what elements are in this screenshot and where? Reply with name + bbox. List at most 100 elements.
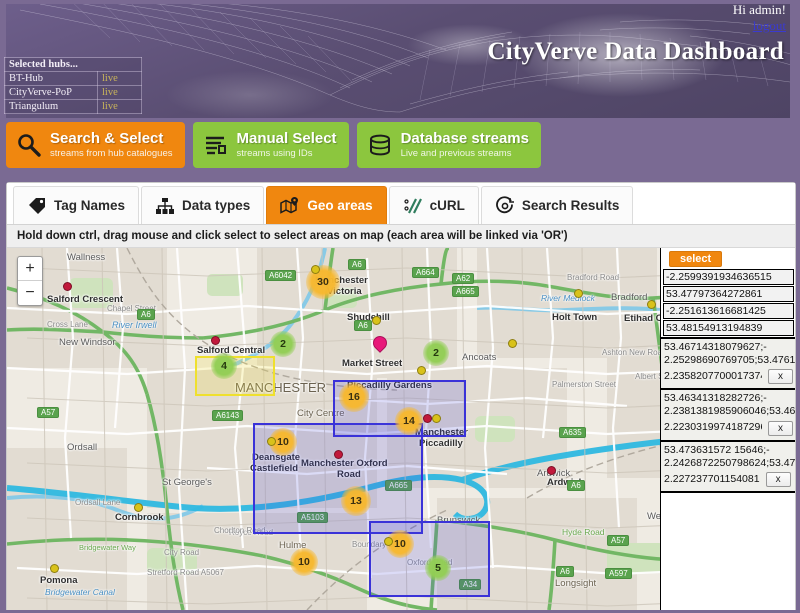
action-button-row: Search & Select streams from hub catalog… [6, 122, 541, 168]
manual-select-sub: streams using IDs [237, 149, 337, 160]
map-point-dot[interactable] [50, 564, 59, 573]
area-coord-line: 53.46341318282726;- [664, 392, 795, 405]
hub-name: CityVerve-PoP [5, 86, 98, 100]
search-and-select-button[interactable]: Search & Select streams from hub catalog… [6, 122, 185, 168]
selected-area-row: 53.473631572 15646;-2.2426872250798624;5… [661, 440, 795, 493]
area-coord-footer: 2.227237701154081 x [664, 472, 793, 487]
database-streams-text: Database streams Live and previous strea… [401, 130, 529, 160]
map-point-dot[interactable] [267, 437, 276, 446]
area-coord-line: 2.2426872250798624;53.47919955 [664, 457, 795, 470]
search-icon [16, 132, 42, 158]
hub-status: live [98, 100, 142, 114]
hub-name: Triangulum [5, 100, 98, 114]
cluster-marker[interactable]: 2 [270, 331, 296, 357]
tab-data-types[interactable]: Data types [141, 186, 264, 224]
database-streams-title: Database streams [401, 130, 529, 147]
search-and-select-text: Search & Select streams from hub catalog… [50, 130, 173, 160]
hub-status: live [98, 86, 142, 100]
area-coord-line: 53.46714318079627;- [664, 341, 795, 354]
cluster-marker[interactable]: 5 [425, 555, 451, 581]
banner-edge-right [790, 0, 800, 118]
remove-area-button[interactable]: x [768, 421, 793, 436]
page-title: CityVerve Data Dashboard [487, 38, 784, 66]
database-icon [367, 132, 393, 158]
cluster-marker[interactable]: 16 [339, 382, 369, 412]
coordinate-input[interactable]: -2.251613616681425 [663, 303, 794, 319]
main-panel: Tag Names Data types [6, 182, 796, 610]
tab-tag-names[interactable]: Tag Names [13, 186, 139, 224]
map-point-dot[interactable] [432, 414, 441, 423]
hub-row: CityVerve-PoPlive [5, 86, 142, 100]
cluster-marker[interactable]: 13 [341, 486, 371, 516]
map-pin-icon [280, 196, 300, 216]
hub-row: BT-Hublive [5, 72, 142, 86]
selected-hubs-table: Selected hubs... BT-HubliveCityVerve-PoP… [4, 57, 142, 114]
coordinate-input-group[interactable]: -2.259939193463651553.47797364272861-2.2… [661, 269, 795, 336]
cluster-marker[interactable]: 4 [211, 353, 237, 379]
list-icon [203, 132, 229, 158]
hub-status: live [98, 72, 142, 86]
cluster-marker[interactable]: 10 [290, 548, 318, 576]
header-banner: Hi admin! logout CityVerve Data Dashboar… [0, 0, 800, 118]
hubs-title: Selected hubs... [5, 58, 142, 72]
map-point-dot[interactable] [384, 537, 393, 546]
map-point-dot[interactable] [334, 450, 343, 459]
remove-area-button[interactable]: x [768, 369, 793, 384]
tab-tag-names-label: Tag Names [54, 198, 125, 213]
search-and-select-sub: streams from hub catalogues [50, 149, 173, 160]
manual-select-text: Manual Select streams using IDs [237, 130, 337, 160]
tab-geo-areas[interactable]: Geo areas [266, 186, 386, 224]
user-greeting-block: Hi admin! logout [733, 2, 786, 35]
map-point-dot[interactable] [417, 366, 426, 375]
area-coord-footer: 2.2230319974187296 x [664, 421, 793, 436]
map-container[interactable]: WallnessSalford CrescentNew WindsorRiver… [7, 248, 795, 610]
tab-search-results-label: Search Results [522, 198, 620, 213]
map-point-dot[interactable] [134, 503, 143, 512]
target-icon [495, 196, 515, 216]
cluster-marker[interactable]: 2 [423, 340, 449, 366]
area-coord-line: 2.227237701154081 [664, 473, 760, 486]
remove-area-button[interactable]: x [766, 472, 791, 487]
zoom-in-button[interactable]: + [18, 257, 42, 281]
database-streams-button[interactable]: Database streams Live and previous strea… [357, 122, 541, 168]
manual-select-button[interactable]: Manual Select streams using IDs [193, 122, 349, 168]
tab-data-types-label: Data types [182, 198, 250, 213]
hubs-table-header-row: Selected hubs... [5, 58, 142, 72]
tab-curl[interactable]: cURL [389, 186, 479, 224]
map-point-dot[interactable] [63, 282, 72, 291]
map-point-dot[interactable] [372, 316, 381, 325]
logout-link[interactable]: logout [733, 18, 786, 34]
map-point-dot[interactable] [211, 336, 220, 345]
cluster-marker[interactable]: 14 [395, 407, 423, 435]
tab-search-results[interactable]: Search Results [481, 186, 634, 224]
sitemap-icon [155, 196, 175, 216]
map-point-dot[interactable] [423, 414, 432, 423]
coordinate-input[interactable]: 53.47797364272861 [663, 286, 794, 302]
map-zoom-controls[interactable]: + − [17, 256, 43, 306]
map-point-dot[interactable] [508, 339, 517, 348]
manual-select-title: Manual Select [237, 130, 337, 147]
select-area-button[interactable]: select [669, 251, 722, 267]
database-streams-sub: Live and previous streams [401, 149, 529, 160]
area-coord-line: 2.2230319974187296 [664, 421, 762, 434]
greeting-text: Hi admin! [733, 2, 786, 17]
zoom-out-button[interactable]: − [18, 281, 42, 305]
map-point-dot[interactable] [311, 265, 320, 274]
hubs-table-body: BT-HubliveCityVerve-PoPliveTriangulumliv… [5, 72, 142, 114]
area-coord-footer: 2.2358207700017374 x [664, 369, 793, 384]
map-instruction-bar: Hold down ctrl, drag mouse and click sel… [7, 225, 795, 248]
area-coord-line: 2.25298690769705;53.4761347031 [664, 354, 795, 367]
coordinate-input[interactable]: 53.48154913194839 [663, 320, 794, 336]
selected-area-row: 53.46341318282726;-2.2381381985906046;53… [661, 388, 795, 439]
tag-icon [27, 196, 47, 216]
map-point-dot[interactable] [547, 466, 556, 475]
terminal-slash-icon [403, 196, 423, 216]
hub-row: Triangulumlive [5, 100, 142, 114]
hub-name: BT-Hub [5, 72, 98, 86]
coordinate-input[interactable]: -2.2599391934636515 [663, 269, 794, 285]
map-point-dot[interactable] [647, 300, 656, 309]
selected-areas-list[interactable]: 53.46714318079627;-2.25298690769705;53.4… [661, 337, 795, 493]
map-point-dot[interactable] [574, 289, 583, 298]
tab-bar: Tag Names Data types [7, 183, 795, 225]
area-coord-line: 2.2358207700017374 [664, 370, 762, 383]
